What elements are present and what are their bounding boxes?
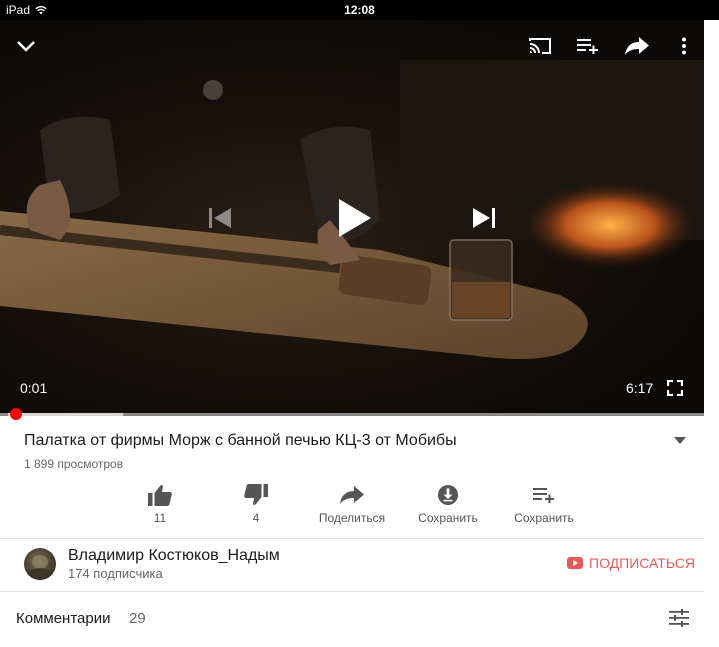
thumbs-up-icon: [148, 485, 172, 506]
share-top-button[interactable]: [624, 34, 650, 58]
current-time: 0:01: [20, 380, 48, 396]
cast-button[interactable]: [528, 34, 552, 58]
add-to-queue-button[interactable]: [576, 34, 600, 58]
save-label: Сохранить: [514, 511, 574, 525]
comments-heading[interactable]: Комментарии: [16, 610, 110, 627]
next-button[interactable]: [470, 206, 498, 230]
download-button[interactable]: Сохранить: [403, 482, 493, 525]
channel-avatar[interactable]: [24, 548, 56, 580]
share-label: Поделиться: [318, 511, 386, 525]
fullscreen-button[interactable]: [664, 377, 686, 399]
play-button[interactable]: [334, 196, 376, 240]
save-button[interactable]: Сохранить: [499, 482, 589, 525]
subscribe-button[interactable]: ПОДПИСАТЬСЯ: [567, 555, 695, 571]
share-icon: [625, 37, 649, 55]
comments-count: 29: [129, 610, 146, 627]
scrubber-handle[interactable]: [10, 408, 22, 420]
more-icon: [682, 37, 686, 55]
buffered-bar: [8, 413, 123, 416]
cast-icon: [529, 38, 551, 54]
sort-comments-button[interactable]: [669, 609, 691, 629]
subscribe-label: ПОДПИСАТЬСЯ: [589, 555, 695, 571]
fullscreen-icon: [667, 380, 683, 396]
channel-name[interactable]: Владимир Костюков_Надым: [68, 547, 280, 565]
like-button[interactable]: 11: [115, 482, 205, 525]
duration: 6:17: [626, 380, 654, 396]
playlist-add-icon: [533, 488, 554, 503]
sort-icon: [669, 609, 689, 627]
view-count: 1 899 просмотров: [24, 457, 124, 471]
dislike-button[interactable]: 4: [211, 482, 301, 525]
next-icon: [473, 208, 495, 228]
add-to-queue-icon: [577, 39, 598, 54]
download-icon: [438, 485, 458, 505]
collapse-button[interactable]: [14, 34, 38, 58]
avatar-image: [27, 555, 53, 580]
action-bar: 11 4 Поделиться Сохранить Сохранить: [0, 482, 704, 532]
share-button[interactable]: Поделиться: [307, 482, 397, 525]
divider: [0, 591, 704, 592]
divider: [0, 538, 704, 539]
previous-button[interactable]: [206, 206, 234, 230]
previous-icon: [209, 208, 231, 228]
dislike-count: 4: [252, 511, 260, 525]
subscriber-count: 174 подписчика: [68, 566, 163, 581]
video-player[interactable]: 0:01 6:17: [0, 20, 704, 413]
play-icon: [339, 199, 371, 237]
share-icon: [340, 486, 364, 504]
status-time: 12:08: [344, 3, 375, 17]
chevron-down-icon: [674, 437, 686, 444]
more-button[interactable]: [672, 34, 696, 58]
youtube-icon: [567, 557, 583, 569]
progress-bar[interactable]: [0, 408, 704, 420]
thumbs-down-icon: [244, 484, 268, 505]
collapse-icon: [17, 41, 35, 52]
like-count: 11: [153, 511, 167, 525]
status-bar: iPad 12:08: [0, 0, 719, 20]
download-label: Сохранить: [418, 511, 478, 525]
expand-description-button[interactable]: [670, 432, 690, 450]
video-title: Палатка от фирмы Морж с банной печью КЦ-…: [24, 432, 457, 449]
